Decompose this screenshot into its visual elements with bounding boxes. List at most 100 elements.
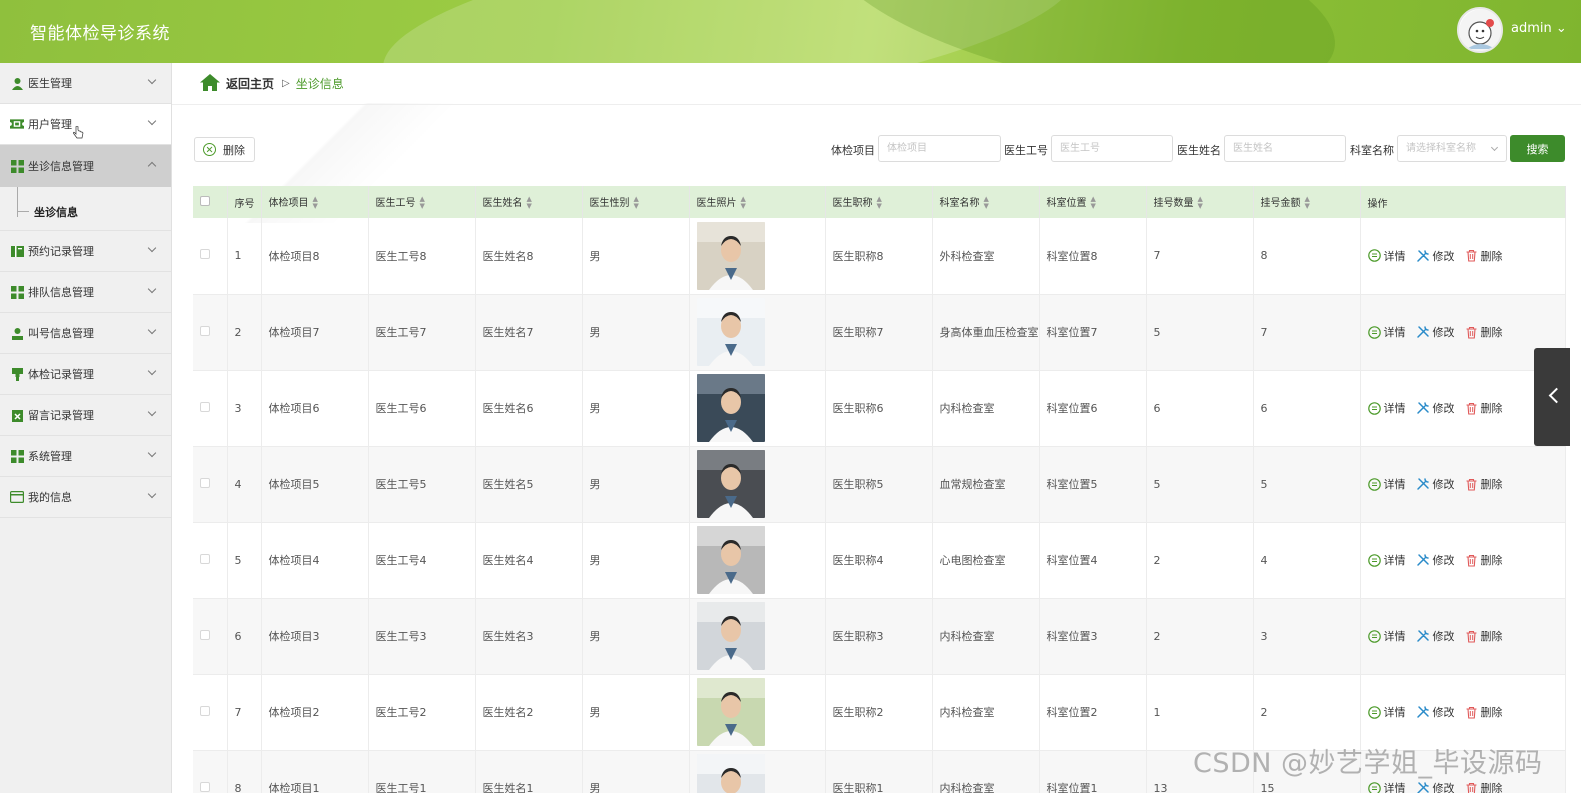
doctor-photo[interactable] (696, 678, 765, 746)
doctor-photo[interactable] (696, 374, 765, 442)
sort-icon[interactable]: ▲ ▼ (1198, 196, 1203, 210)
delete-button[interactable]: 删除 (1465, 552, 1503, 568)
column-header[interactable]: 科室名称 ▲ ▼ (932, 186, 1040, 218)
detail-button[interactable]: 详情 (1367, 324, 1406, 340)
detail-label: 详情 (1383, 478, 1406, 491)
search-button[interactable]: 搜索 (1510, 135, 1565, 162)
delete-button[interactable]: 删除 (1465, 628, 1503, 644)
delete-button[interactable]: 删除 (1465, 248, 1503, 264)
column-header[interactable]: 医生工号 ▲ ▼ (368, 186, 476, 218)
row-checkbox[interactable] (200, 781, 210, 792)
doctor-photo[interactable] (696, 526, 765, 594)
cell-name: 医生姓名3 (475, 598, 583, 675)
sidebar-item-user[interactable]: 用户管理 (0, 104, 171, 145)
cell-fee: 2 (1253, 674, 1361, 751)
cell-item: 体检项目1 (261, 750, 369, 793)
cell-loc: 科室位置5 (1039, 446, 1147, 523)
cell-job: 医生工号5 (368, 446, 476, 523)
edit-button[interactable]: 修改 (1416, 324, 1455, 340)
doctor-name-input[interactable] (1224, 135, 1346, 162)
collapse-panel-handle[interactable] (1534, 348, 1570, 446)
edit-label: 修改 (1432, 326, 1455, 339)
detail-button[interactable]: 详情 (1367, 248, 1406, 264)
sidebar-item-appointment[interactable]: 预约记录管理 (0, 231, 171, 272)
sidebar-item-system[interactable]: 系统管理 (0, 436, 171, 477)
doctor-photo[interactable] (696, 602, 765, 670)
dept-name-select[interactable]: 请选择科室名称 (1397, 135, 1507, 162)
column-header[interactable]: 体检项目 ▲ ▼ (261, 186, 369, 218)
delete-button[interactable]: 删除 (1465, 400, 1503, 416)
sort-icon[interactable]: ▲ ▼ (1091, 196, 1096, 210)
row-checkbox[interactable] (200, 401, 210, 412)
row-checkbox[interactable] (200, 477, 210, 488)
detail-button[interactable]: 详情 (1367, 476, 1406, 492)
exam-item-input[interactable] (878, 135, 1001, 162)
row-checkbox[interactable] (200, 325, 210, 336)
row-checkbox[interactable] (200, 705, 210, 716)
column-header[interactable]: 医生职称 ▲ ▼ (825, 186, 933, 218)
edit-button[interactable]: 修改 (1416, 400, 1455, 416)
sort-icon[interactable]: ▲ ▼ (527, 196, 532, 210)
sort-icon[interactable]: ▲ ▼ (313, 196, 318, 210)
ticket-icon (10, 117, 24, 131)
detail-button[interactable]: 详情 (1367, 628, 1406, 644)
doctor-photo[interactable] (696, 754, 765, 793)
home-link[interactable]: 返回主页 (226, 75, 274, 92)
sort-icon[interactable]: ▲ ▼ (984, 196, 989, 210)
row-actions: 详情 修改 删除 (1360, 446, 1566, 523)
edit-button[interactable]: 修改 (1416, 704, 1455, 720)
delete-button[interactable]: 删除 (1465, 324, 1503, 340)
edit-button[interactable]: 修改 (1416, 552, 1455, 568)
doctor-photo[interactable] (696, 450, 765, 518)
avatar[interactable] (1457, 7, 1503, 53)
sidebar-item-message[interactable]: 留言记录管理 (0, 395, 171, 436)
column-header[interactable]: 科室位置 ▲ ▼ (1039, 186, 1147, 218)
detail-button[interactable]: 详情 (1367, 704, 1406, 720)
column-header[interactable]: 医生性别 ▲ ▼ (582, 186, 690, 218)
edit-button[interactable]: 修改 (1416, 628, 1455, 644)
delete-label: 删除 (1480, 326, 1503, 339)
batch-delete-button[interactable]: 删除 (194, 137, 255, 162)
sidebar-item-exam-record[interactable]: 体检记录管理 (0, 354, 171, 395)
watermark: CSDN @妙艺学姐_毕设源码 (1193, 748, 1543, 779)
doctor-photo[interactable] (696, 221, 765, 290)
sidebar-item-queue[interactable]: 排队信息管理 (0, 272, 171, 313)
column-header[interactable]: 挂号金额 ▲ ▼ (1253, 186, 1361, 218)
detail-button[interactable]: 详情 (1367, 552, 1406, 568)
edit-button[interactable]: 修改 (1416, 476, 1455, 492)
sort-icon[interactable]: ▲ ▼ (741, 196, 746, 210)
doctor-id-input[interactable] (1051, 135, 1173, 162)
sort-icon[interactable]: ▲ ▼ (420, 196, 425, 210)
sort-icon[interactable]: ▲ ▼ (877, 196, 882, 210)
cell-photo (689, 674, 826, 751)
sort-icon[interactable]: ▲ ▼ (634, 196, 639, 210)
row-checkbox[interactable] (200, 629, 210, 640)
doctor-photo[interactable] (696, 298, 765, 366)
user-menu[interactable]: admin ⌄ (1511, 21, 1567, 36)
cell-fee: 3 (1253, 598, 1361, 675)
delete-button[interactable]: 删除 (1465, 704, 1503, 720)
detail-icon (1367, 705, 1381, 719)
column-header[interactable]: 医生照片 ▲ ▼ (689, 186, 826, 218)
cell-photo (689, 370, 826, 447)
row-checkbox[interactable] (200, 249, 210, 260)
sidebar-item-doctor[interactable]: 医生管理 (0, 63, 171, 104)
sidebar-item-call[interactable]: 叫号信息管理 (0, 313, 171, 354)
detail-button[interactable]: 详情 (1367, 400, 1406, 416)
delete-button[interactable]: 删除 (1465, 476, 1503, 492)
column-header[interactable]: 挂号数量 ▲ ▼ (1146, 186, 1254, 218)
delete-button[interactable]: 删除 (1465, 780, 1503, 793)
sidebar-item-visit-info[interactable]: 坐诊信息管理 (0, 145, 171, 187)
home-icon[interactable] (200, 73, 220, 94)
cell-job: 医生工号3 (368, 598, 476, 675)
edit-button[interactable]: 修改 (1416, 780, 1455, 793)
sidebar-subitem-visit-info[interactable]: 坐诊信息 (0, 187, 171, 231)
sidebar-item-my-info[interactable]: 我的信息 (0, 477, 171, 518)
cell-fee: 5 (1253, 446, 1361, 523)
sort-icon[interactable]: ▲ ▼ (1305, 196, 1310, 210)
edit-button[interactable]: 修改 (1416, 248, 1455, 264)
column-header[interactable]: 医生姓名 ▲ ▼ (475, 186, 583, 218)
row-checkbox[interactable] (200, 553, 210, 564)
detail-button[interactable]: 详情 (1367, 780, 1406, 793)
select-all-checkbox[interactable] (200, 195, 210, 206)
